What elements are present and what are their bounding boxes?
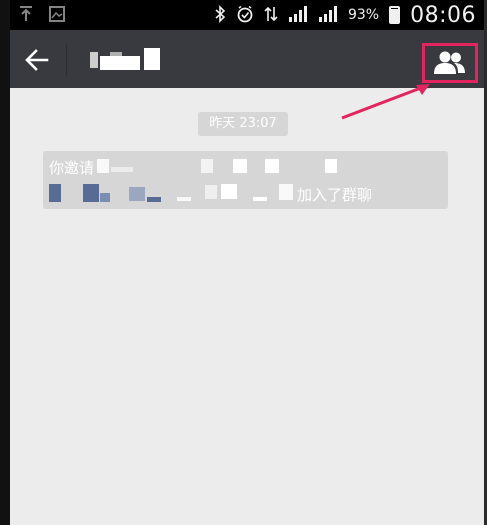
redacted-name [265,159,279,173]
redacted-name [177,197,191,201]
redacted-name [97,159,109,173]
redacted-name [205,185,217,199]
redacted-name-link[interactable] [100,193,110,202]
battery-icon [389,6,401,24]
system-message: 你邀请 加入了群聊 [43,151,448,209]
redacted-name-link[interactable] [147,197,161,202]
redacted-name [221,184,237,199]
back-button[interactable] [20,43,54,77]
alarm-icon [236,5,254,26]
signal-icon [318,5,338,26]
redacted-name-link[interactable] [49,184,61,202]
redacted-name [325,159,337,173]
battery-fill [391,8,399,22]
annotation-arrow [341,84,430,120]
redacted-name-link[interactable] [129,187,145,201]
status-bar: 93% 08:06 [10,0,484,30]
image-icon [48,5,66,26]
phone-screenshot: 93% 08:06 昨天 23:07 你邀请 加入了群聊 [0,0,487,525]
upload-icon [18,5,34,26]
clock: 08:06 [410,2,476,28]
redacted-name [233,159,247,173]
status-left-icons [18,4,66,26]
redacted-name [111,167,133,172]
redacted-name [201,159,213,173]
redacted-name [253,197,267,201]
bluetooth-icon [214,4,226,26]
status-right-icons: 93% 08:06 [214,0,476,30]
system-message-suffix: 加入了群聊 [297,186,373,204]
chat-screen: 93% 08:06 昨天 23:07 你邀请 加入了群聊 [10,0,484,525]
redacted-name-link[interactable] [83,184,99,202]
battery-percent: 93% [347,7,380,23]
redacted-name [279,184,293,200]
chat-title-redacted [90,46,170,76]
left-border [0,0,10,525]
arrow-left-icon [25,49,49,71]
data-arrows-icon [264,5,278,26]
system-message-prefix: 你邀请 [49,159,95,177]
timestamp-pill: 昨天 23:07 [198,112,288,136]
signal-icon [288,5,308,26]
group-members-icon [434,51,465,74]
header-divider [66,44,67,76]
